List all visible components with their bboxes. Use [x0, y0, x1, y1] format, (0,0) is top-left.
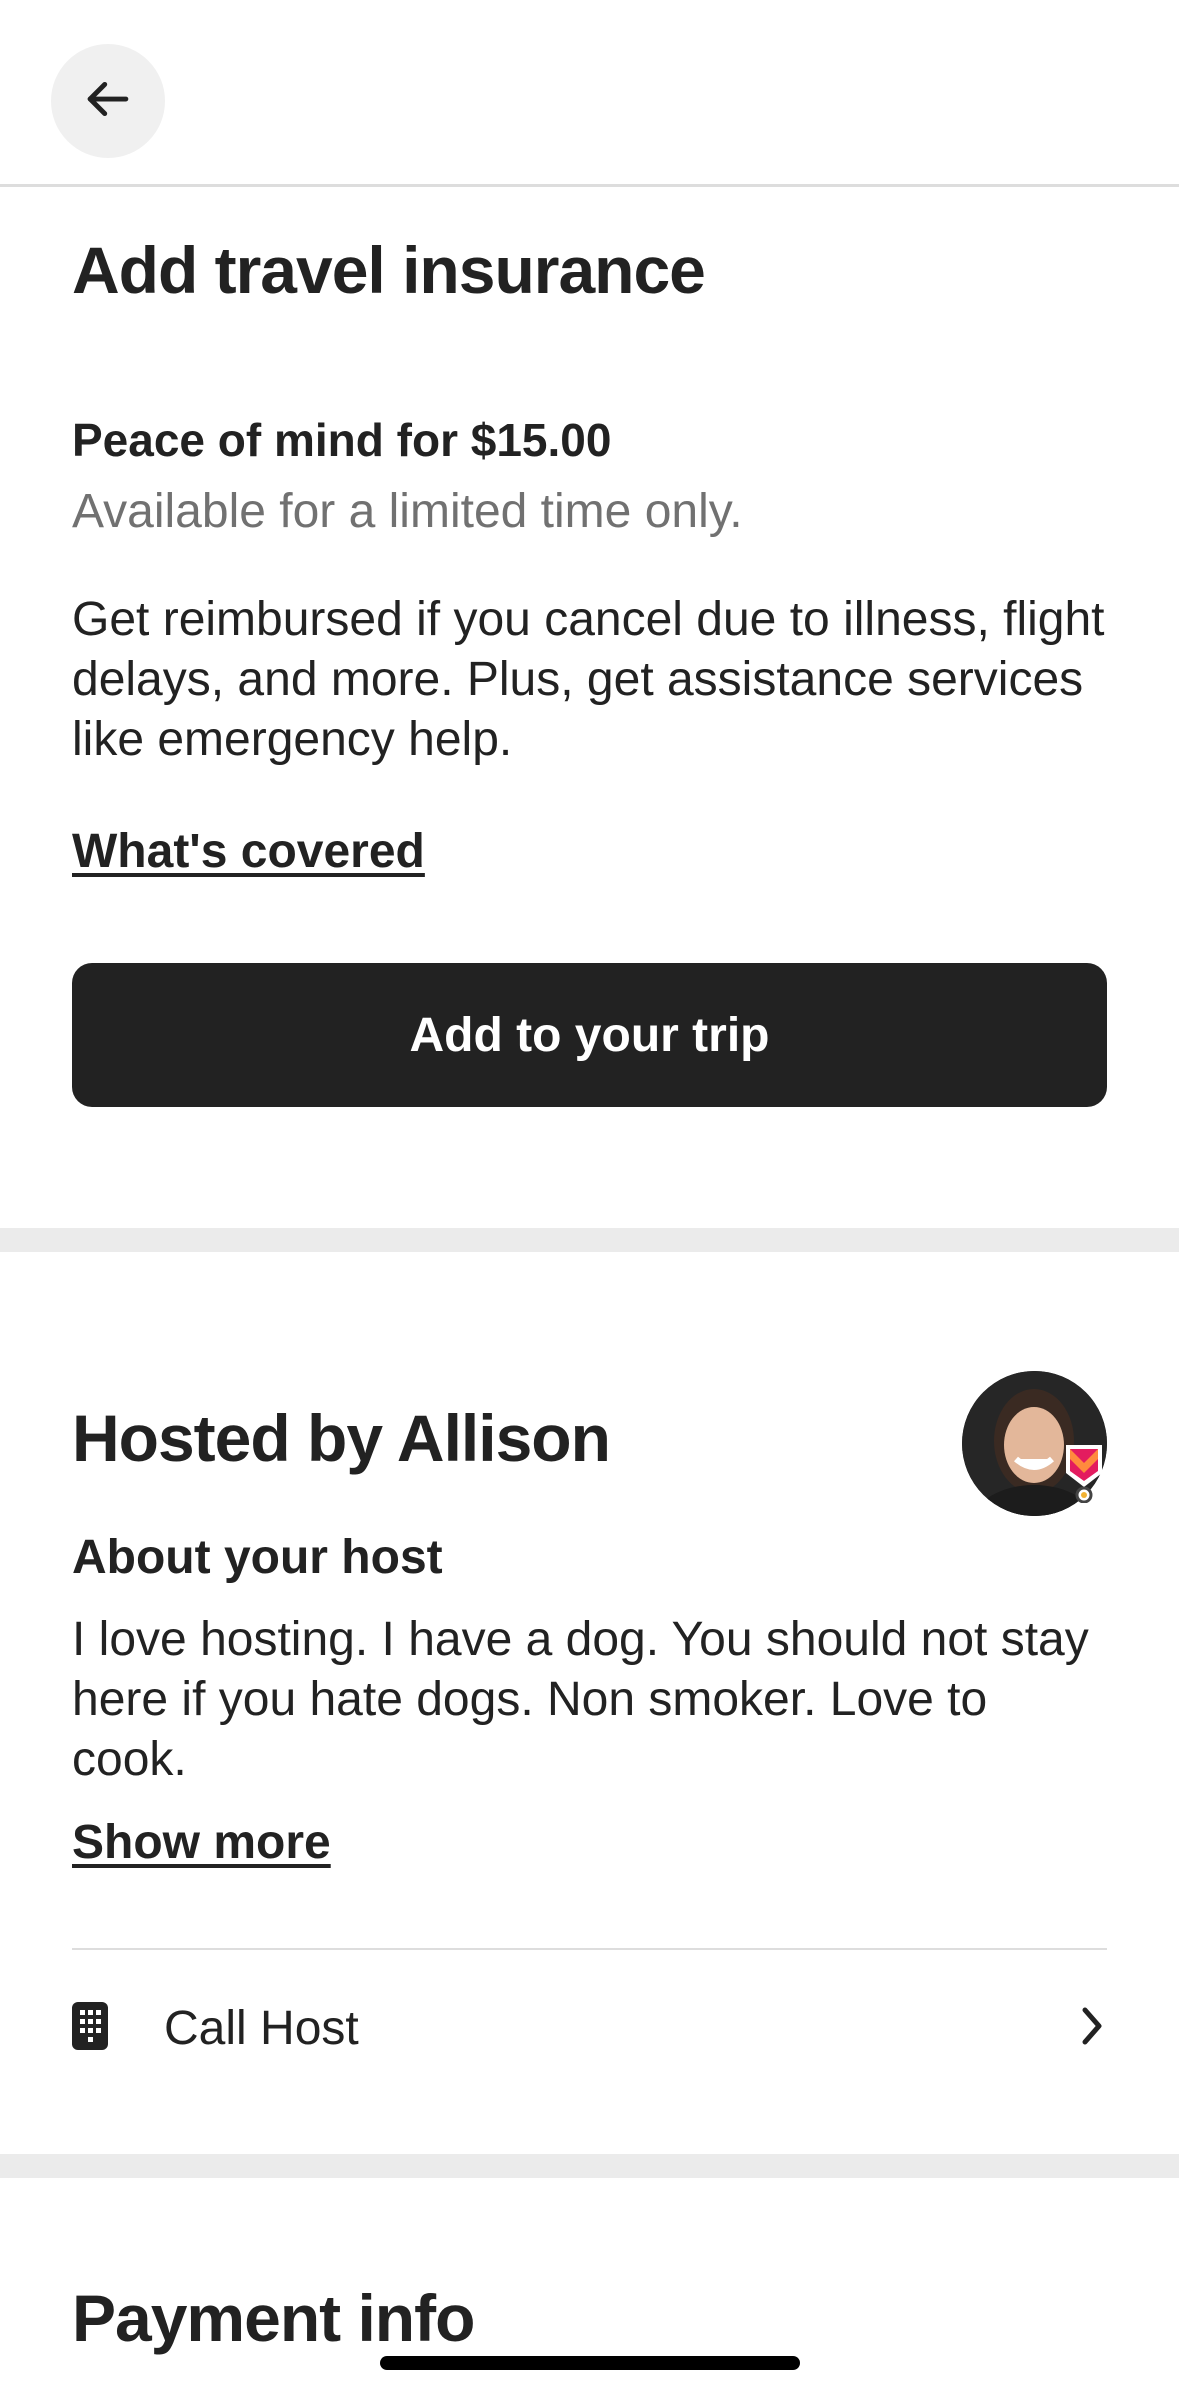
home-indicator[interactable] — [380, 2356, 800, 2370]
chevron-right-icon — [1077, 2004, 1107, 2053]
insurance-section-title: Add travel insurance — [72, 233, 706, 307]
call-host-row[interactable]: Call Host — [72, 1980, 1107, 2076]
whats-covered-link[interactable]: What's covered — [72, 824, 425, 879]
show-more-link[interactable]: Show more — [72, 1815, 331, 1870]
insurance-availability-note: Available for a limited time only. — [72, 485, 743, 538]
phone-keypad-icon — [72, 2001, 108, 2055]
host-avatar[interactable] — [962, 1371, 1107, 1516]
add-to-trip-button[interactable]: Add to your trip — [72, 963, 1107, 1107]
about-host-heading: About your host — [72, 1531, 443, 1584]
insurance-description: Get reimbursed if you cancel due to illn… — [72, 593, 1105, 766]
section-divider — [0, 2154, 1179, 2178]
back-button[interactable] — [51, 44, 165, 158]
row-divider — [72, 1948, 1107, 1950]
call-host-label: Call Host — [164, 2001, 359, 2055]
arrow-left-icon — [82, 73, 134, 130]
insurance-price-headline: Peace of mind for $15.00 — [72, 414, 612, 466]
top-navigation-bar — [0, 0, 1179, 187]
section-divider — [0, 1228, 1179, 1252]
about-host-text: I love hosting. I have a dog. You should… — [72, 1613, 1089, 1786]
host-section-title: Hosted by Allison — [72, 1401, 611, 1475]
superhost-badge-icon — [1064, 1443, 1104, 1508]
payment-section-title: Payment info — [72, 2281, 475, 2355]
